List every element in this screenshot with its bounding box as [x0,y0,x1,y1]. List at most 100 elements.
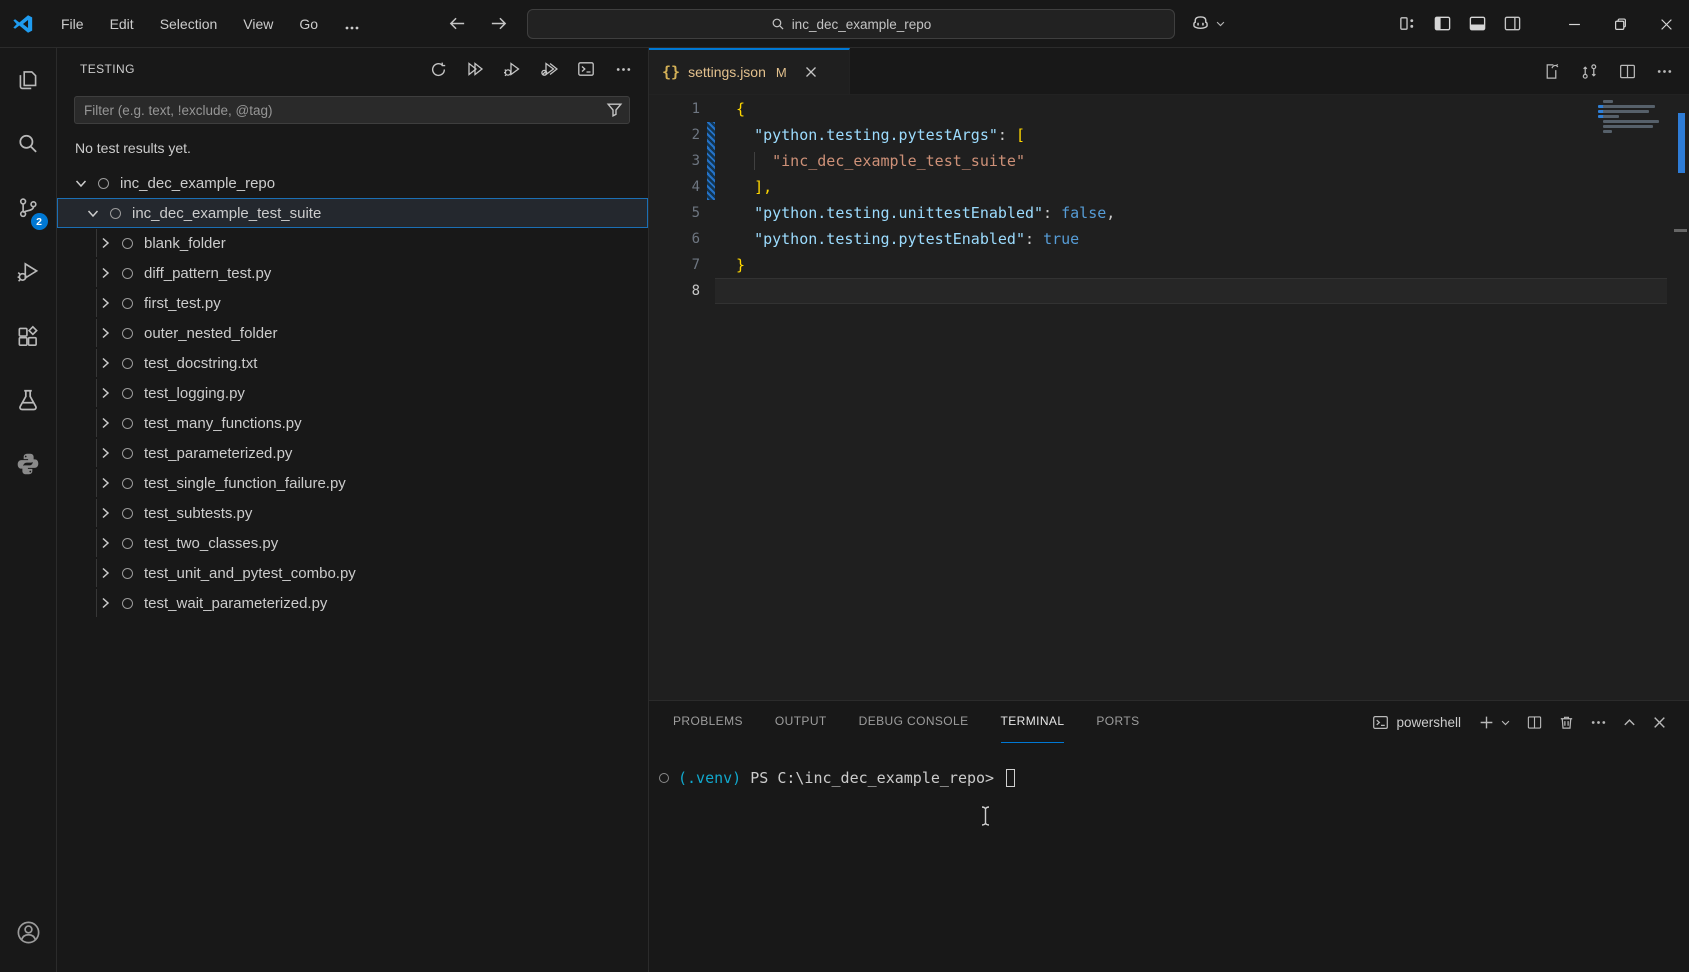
terminal-profile-chevron-icon[interactable] [1500,717,1511,728]
tree-item[interactable]: test_unit_and_pytest_combo.py [57,558,648,588]
tree-item-label: test_docstring.txt [144,355,257,372]
open-in-terminal-icon[interactable] [575,58,597,80]
copilot-menu[interactable] [1190,13,1226,34]
menu-item[interactable]: Edit [97,9,147,39]
command-center-search[interactable]: inc_dec_example_repo [527,9,1175,39]
twistie-chevron-icon[interactable] [96,595,113,612]
code-line[interactable]: 3 "inc_dec_example_test_suite" [649,148,1689,174]
open-changes-icon[interactable] [1580,62,1599,81]
tab-settings-json[interactable]: {} settings.json M [649,48,850,94]
search-icon [771,17,785,31]
tree-item[interactable]: outer_nested_folder [57,318,648,348]
terminal-venv: (.venv) [678,769,750,787]
tree-item[interactable]: test_two_classes.py [57,528,648,558]
tree-item[interactable]: diff_pattern_test.py [57,258,648,288]
maximize-panel-icon[interactable] [1622,715,1637,730]
panel-more-actions-icon[interactable] [1590,714,1607,731]
command-decoration-icon[interactable] [659,773,669,783]
tree-item[interactable]: test_docstring.txt [57,348,648,378]
activity-run-debug[interactable] [0,240,57,304]
forward-arrow-icon[interactable] [489,14,508,33]
new-terminal-icon[interactable] [1478,714,1495,731]
activity-testing[interactable] [0,368,57,432]
tree-item[interactable]: first_test.py [57,288,648,318]
twistie-chevron-icon[interactable] [96,505,113,522]
more-actions-icon[interactable] [612,58,634,80]
activity-extensions[interactable] [0,304,57,368]
customize-layout-icon[interactable] [1398,14,1417,33]
refresh-tests-icon[interactable] [427,58,449,80]
tree-item[interactable]: test_wait_parameterized.py [57,588,648,618]
code-line[interactable]: 1 { [649,96,1689,122]
minimize-button[interactable] [1551,0,1597,48]
test-filter-input[interactable] [74,96,630,124]
filter-funnel-icon[interactable] [606,101,623,118]
restore-button[interactable] [1597,0,1643,48]
twistie-chevron-icon[interactable] [96,325,113,342]
panel-tab[interactable]: PORTS [1096,701,1139,743]
toggle-secondary-sidebar-icon[interactable] [1503,14,1522,33]
split-terminal-icon[interactable] [1526,714,1543,731]
run-all-tests-icon[interactable] [464,58,486,80]
twistie-chevron-icon[interactable] [84,205,101,222]
panel-tab[interactable]: PROBLEMS [673,701,743,743]
code-editor[interactable]: 1 { 2 "python.testing.pytestArgs": [ 3 [649,95,1689,700]
scrollbar-overview-ruler[interactable] [1678,113,1685,173]
activity-explorer[interactable] [0,48,57,112]
menu-more-icon[interactable] [331,9,373,39]
menu-item[interactable]: View [230,9,286,39]
twistie-chevron-icon[interactable] [96,265,113,282]
terminal-shell-chip[interactable]: powershell [1372,714,1461,731]
activity-python[interactable] [0,432,57,496]
close-tab-icon[interactable] [801,62,821,82]
activity-source-control[interactable]: 2 [0,176,57,240]
split-editor-icon[interactable] [1618,62,1637,81]
tree-item[interactable]: test_single_function_failure.py [57,468,648,498]
twistie-chevron-icon[interactable] [96,565,113,582]
menu-item[interactable]: File [48,9,97,39]
menu-item[interactable]: Selection [147,9,231,39]
terminal[interactable]: (.venv) PS C:\inc_dec_example_repo> [649,743,1689,972]
twistie-chevron-icon[interactable] [96,355,113,372]
tree-item[interactable]: test_parameterized.py [57,438,648,468]
tree-item[interactable]: inc_dec_example_repo [57,168,648,198]
run-tests-with-coverage-icon[interactable] [538,58,560,80]
test-results-status: No test results yet. [57,124,648,166]
panel-tab[interactable]: TERMINAL [1001,701,1065,743]
panel-tab[interactable]: OUTPUT [775,701,827,743]
menu-item[interactable]: Go [286,9,331,39]
back-arrow-icon[interactable] [448,14,467,33]
twistie-chevron-icon[interactable] [96,475,113,492]
code-line[interactable]: 8 [649,278,1689,304]
twistie-chevron-icon[interactable] [96,415,113,432]
twistie-chevron-icon[interactable] [72,175,89,192]
code-line[interactable]: 6 "python.testing.pytestEnabled": true [649,226,1689,252]
close-window-button[interactable] [1643,0,1689,48]
panel-tab[interactable]: DEBUG CONSOLE [859,701,969,743]
tree-item[interactable]: test_logging.py [57,378,648,408]
code-line[interactable]: 2 "python.testing.pytestArgs": [ [649,122,1689,148]
twistie-chevron-icon[interactable] [96,295,113,312]
minimap[interactable] [1603,100,1665,135]
twistie-chevron-icon[interactable] [96,535,113,552]
tree-item[interactable]: blank_folder [57,228,648,258]
open-settings-ui-icon[interactable] [1542,62,1561,81]
close-panel-icon[interactable] [1652,715,1667,730]
toggle-panel-icon[interactable] [1468,14,1487,33]
code-line[interactable]: 5 "python.testing.unittestEnabled": fals… [649,200,1689,226]
account-menu[interactable] [0,900,57,964]
editor-more-actions-icon[interactable] [1656,63,1673,80]
tree-item[interactable]: test_many_functions.py [57,408,648,438]
kill-terminal-trash-icon[interactable] [1558,714,1575,731]
debug-all-tests-icon[interactable] [501,58,523,80]
code-line[interactable]: 4 ], [649,174,1689,200]
twistie-chevron-icon[interactable] [96,445,113,462]
activity-search[interactable] [0,112,57,176]
tree-item[interactable]: test_subtests.py [57,498,648,528]
code-line[interactable]: 7 } [649,252,1689,278]
toggle-primary-sidebar-icon[interactable] [1433,14,1452,33]
twistie-chevron-icon[interactable] [96,385,113,402]
line-number: 3 [649,153,700,169]
twistie-chevron-icon[interactable] [96,235,113,252]
tree-item[interactable]: inc_dec_example_test_suite [57,198,648,228]
